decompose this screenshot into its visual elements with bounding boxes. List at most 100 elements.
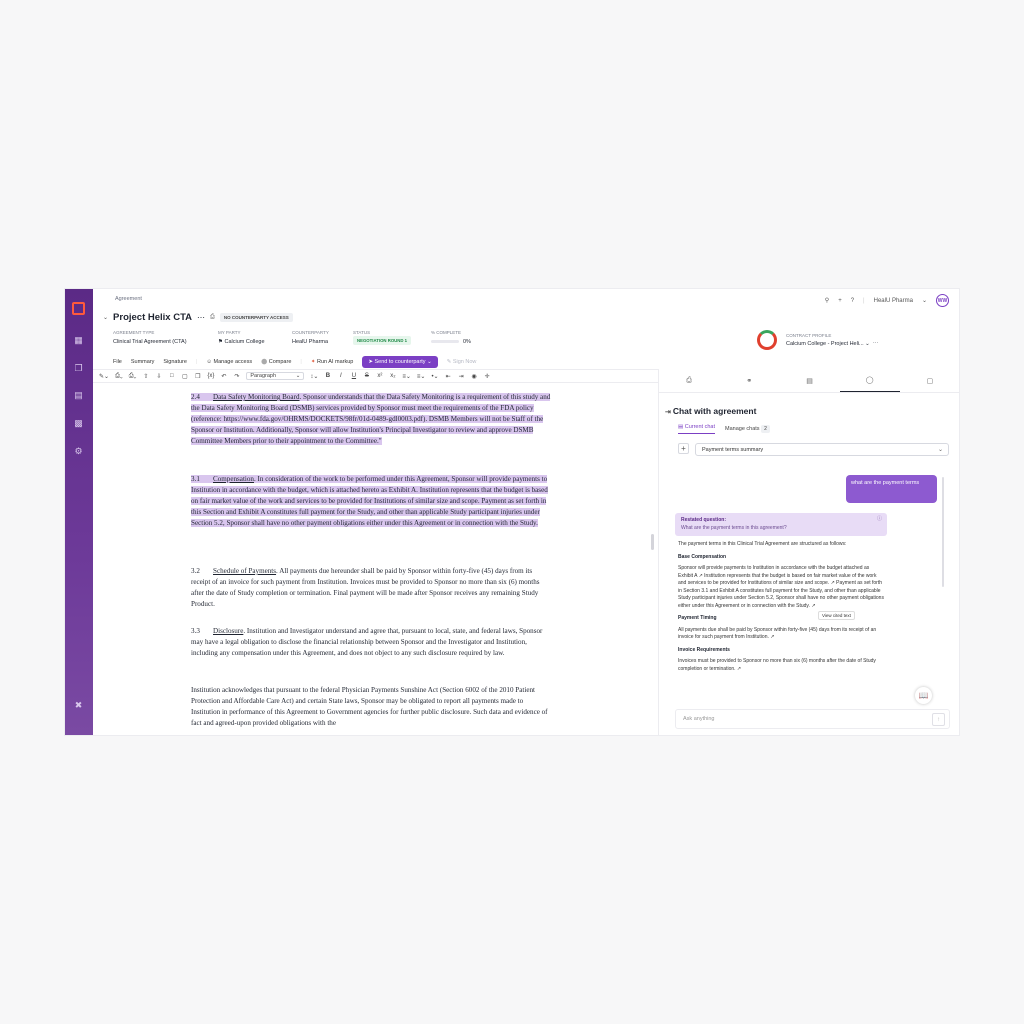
tools-icon[interactable]: ✖ bbox=[73, 700, 84, 711]
chat-panel: ⎙ ⚭ ▤ ◯ ▢ ⇥ Chat with agreement ▤ Curren… bbox=[658, 369, 959, 735]
subscript-icon[interactable]: x₂ bbox=[389, 373, 396, 379]
tab-links[interactable]: ⚭ bbox=[719, 369, 779, 392]
menu-row: File Summary Signature | ☺ Manage access… bbox=[113, 356, 476, 368]
chat-summary-select[interactable]: Payment terms summary ⌄ bbox=[695, 443, 949, 456]
chat-tabs: ▤ Current chat Manage chats 2 bbox=[678, 424, 770, 434]
clause-number: 3.1 bbox=[191, 475, 200, 483]
sign-now-button[interactable]: ✎ Sign Now bbox=[447, 359, 477, 365]
org-switcher[interactable]: HealU Pharma bbox=[874, 298, 913, 304]
document-scrollbar[interactable] bbox=[651, 534, 654, 550]
ask-input[interactable]: Ask anything ↑ bbox=[675, 709, 950, 729]
title-row: ⌄ Project Helix CTA ⋯ ⎙ NO COUNTERPARTY … bbox=[103, 312, 293, 323]
chevron-down-icon[interactable]: ⌄ bbox=[865, 341, 870, 347]
manage-access-button[interactable]: ☺ Manage access bbox=[206, 359, 252, 365]
tab-clauses[interactable]: ▤ bbox=[779, 369, 839, 392]
comment-icon[interactable]: □ bbox=[168, 373, 175, 379]
chat-title-text: Chat with agreement bbox=[672, 406, 757, 416]
undo-icon[interactable]: ↶ bbox=[220, 373, 227, 380]
collapse-panel-icon[interactable]: ⇥ bbox=[665, 409, 673, 416]
chat-scrollbar[interactable] bbox=[942, 477, 944, 587]
avatar[interactable]: WW bbox=[936, 294, 949, 307]
add-icon[interactable]: + bbox=[838, 298, 842, 304]
doc-icon[interactable]: ⎙⌄ bbox=[115, 373, 123, 380]
chat-icon: ▤ bbox=[678, 424, 685, 430]
superscript-icon[interactable]: x² bbox=[376, 373, 383, 379]
clause-number: 2.4 bbox=[191, 393, 200, 401]
sign-now-label: Sign Now bbox=[452, 359, 477, 365]
line-spacing-icon[interactable]: ↕⌄ bbox=[310, 373, 318, 380]
paragraph-select[interactable]: Paragraph ⌄ bbox=[246, 372, 305, 380]
menu-summary[interactable]: Summary bbox=[131, 359, 155, 365]
assistant-answer: Restated question: What are the payment … bbox=[675, 513, 887, 695]
strikethrough-icon[interactable]: S bbox=[363, 373, 370, 379]
menu-signature[interactable]: Signature bbox=[163, 359, 187, 365]
divider: | bbox=[863, 297, 865, 304]
progress-bar bbox=[431, 340, 459, 344]
more-icon[interactable]: ⋯ bbox=[197, 313, 205, 322]
tab-clipboard[interactable]: ⎙ bbox=[659, 369, 719, 392]
clause-sunshine[interactable]: Institution acknowledges that pursuant t… bbox=[191, 685, 553, 729]
complete-label: % COMPLETE bbox=[431, 330, 462, 335]
send-to-counterparty-button[interactable]: ➤ Send to counterparty ⌄ bbox=[362, 356, 438, 368]
collapse-chevron-icon[interactable]: ⌄ bbox=[103, 314, 108, 321]
breadcrumb[interactable]: Agreement bbox=[115, 296, 142, 302]
clause-3-3[interactable]: 3.3 Disclosure. Institution and Investiga… bbox=[191, 626, 553, 659]
format-icon[interactable]: ✛ bbox=[484, 373, 491, 380]
agreement-type-value: Clinical Trial Agreement (CTA) bbox=[113, 339, 187, 345]
chat-count-badge: 2 bbox=[761, 425, 770, 433]
chevron-down-icon[interactable]: ⌄ bbox=[922, 297, 927, 304]
bold-icon[interactable]: B bbox=[324, 373, 331, 379]
chat-icon[interactable]: ▢ bbox=[181, 373, 188, 380]
help-icon[interactable]: ? bbox=[851, 298, 854, 304]
italic-icon[interactable]: I bbox=[337, 373, 344, 379]
clause-2-4[interactable]: 2.4 Data Safety Monitoring Board. Sponsor… bbox=[191, 392, 553, 447]
numbered-list-icon[interactable]: ≡⌄ bbox=[417, 373, 426, 380]
templates-icon[interactable]: ▩ bbox=[73, 418, 84, 429]
send-arrow-icon[interactable]: ↑ bbox=[932, 713, 945, 726]
new-chat-button[interactable]: + bbox=[678, 443, 689, 454]
clause-body: . Institution and Investigator understan… bbox=[191, 627, 543, 658]
bullet-list-icon[interactable]: •⌄ bbox=[431, 373, 438, 380]
documents-icon[interactable]: ❐ bbox=[73, 363, 84, 374]
outdent-icon[interactable]: ⇤ bbox=[445, 373, 452, 380]
globe-icon[interactable]: ◉ bbox=[471, 373, 478, 380]
logo-icon[interactable] bbox=[72, 302, 85, 315]
tab-current-chat[interactable]: ▤ Current chat bbox=[678, 424, 715, 434]
settings-icon[interactable]: ⚙ bbox=[73, 446, 84, 457]
clause-3-2[interactable]: 3.2 Schedule of Payments. All payments du… bbox=[191, 566, 553, 610]
copy-icon[interactable]: ❐ bbox=[194, 373, 201, 380]
tab-comments[interactable]: ▢ bbox=[900, 369, 959, 392]
cited-text-tooltip[interactable]: View cited text bbox=[818, 611, 855, 620]
import-icon[interactable]: ⇩ bbox=[155, 373, 162, 380]
tab-manage-chats[interactable]: Manage chats 2 bbox=[725, 425, 770, 433]
clauses-icon: ▤ bbox=[806, 377, 813, 385]
align-icon[interactable]: ≡⌄ bbox=[402, 373, 411, 380]
contract-profile-select[interactable]: Calcium College - Project Heli... ⌄ ⋯ bbox=[786, 341, 878, 347]
file-icon[interactable]: ⎙⌄ bbox=[129, 373, 137, 380]
redo-icon[interactable]: ↷ bbox=[233, 373, 240, 380]
indent-icon[interactable]: ⇥ bbox=[458, 373, 465, 380]
toggle-icon: ⬤ bbox=[261, 359, 269, 365]
pen-tool-icon[interactable]: ✎⌄ bbox=[99, 373, 109, 380]
export-icon[interactable]: ⇧ bbox=[142, 373, 149, 380]
variable-icon[interactable]: {x} bbox=[207, 373, 214, 379]
document-editor[interactable]: 2.4 Data Safety Monitoring Board. Sponsor… bbox=[93, 384, 659, 735]
counterparty-value: HealU Pharma bbox=[292, 339, 329, 345]
search-icon[interactable]: ⚲ bbox=[825, 297, 829, 304]
dashboard-icon[interactable]: ▦ bbox=[73, 335, 84, 346]
info-icon[interactable]: ⓘ bbox=[877, 516, 882, 524]
tab-chat[interactable]: ◯ bbox=[839, 369, 900, 392]
book-icon[interactable]: 📖 bbox=[915, 687, 932, 704]
compare-toggle[interactable]: ⬤ Compare bbox=[261, 359, 291, 365]
panel-tabs: ⎙ ⚭ ▤ ◯ ▢ bbox=[659, 369, 959, 393]
underline-icon[interactable]: U bbox=[350, 373, 357, 379]
document-icon[interactable]: ⎙ bbox=[210, 314, 215, 321]
counterparty-label: COUNTERPARTY bbox=[292, 330, 329, 335]
my-party-text: Calcium College bbox=[224, 339, 265, 345]
restated-text: What are the payment terms in this agree… bbox=[681, 524, 787, 531]
run-ai-markup-button[interactable]: ✦ Run AI markup bbox=[311, 359, 354, 365]
library-icon[interactable]: ▤ bbox=[73, 390, 84, 401]
more-icon[interactable]: ⋯ bbox=[873, 341, 879, 347]
clause-3-1[interactable]: 3.1 Compensation. In consideration of the… bbox=[191, 474, 553, 529]
menu-file[interactable]: File bbox=[113, 359, 122, 365]
